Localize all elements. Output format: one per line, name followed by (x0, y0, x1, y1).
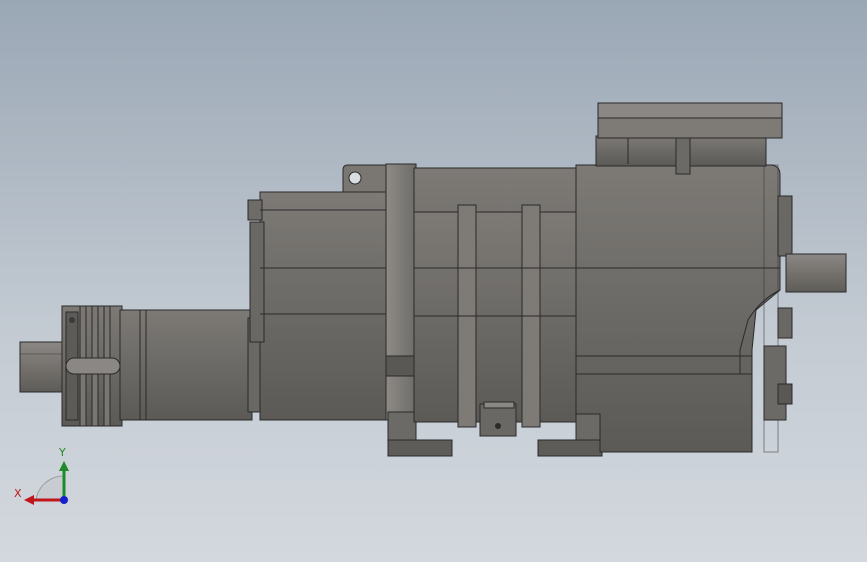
y-axis-arrowhead (59, 461, 69, 471)
cad-viewport[interactable]: X Y (0, 0, 867, 562)
main-casing (247, 164, 391, 421)
compressor-model[interactable]: X Y (0, 0, 867, 562)
y-axis-label: Y (58, 446, 66, 459)
right-casing (575, 164, 781, 453)
left-shaft (19, 341, 69, 393)
axis-triad: X Y (14, 446, 69, 505)
top-flange (595, 102, 783, 175)
middle-section (413, 167, 579, 437)
motor-housing (119, 309, 265, 421)
x-axis-label: X (14, 487, 22, 500)
z-axis-dot (60, 496, 68, 504)
coupling-flange (61, 305, 123, 427)
x-axis-arrowhead (24, 495, 34, 505)
